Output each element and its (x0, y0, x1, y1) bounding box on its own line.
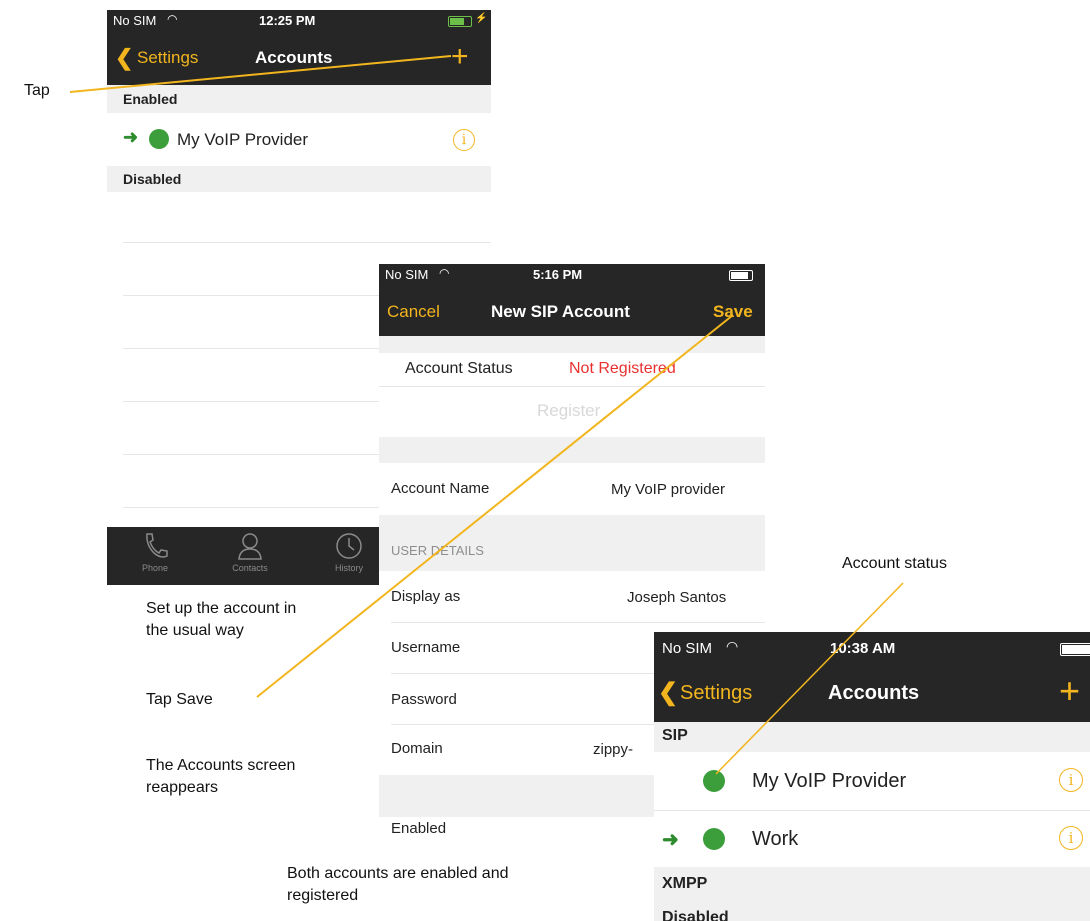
annotation-line: the usual way (146, 622, 244, 639)
callout-line-save (256, 314, 734, 698)
annotation-line: reappears (146, 779, 219, 796)
callout-line-status (715, 582, 904, 775)
annotation-both-registered: Both accounts are enabled and registered (287, 863, 509, 907)
annotation-setup: Set up the account in the usual way (146, 598, 296, 642)
annotation-line: Set up the account in (146, 600, 297, 617)
annotation-tap: Tap (24, 82, 50, 99)
callout-line-tap (69, 55, 452, 93)
annotation-tap-save: Tap Save (146, 691, 213, 708)
annotation-line: registered (287, 887, 359, 904)
annotation-line: The Accounts screen (146, 757, 296, 774)
annotation-account-status: Account status (842, 555, 947, 572)
annotation-reappears: The Accounts screen reappears (146, 755, 295, 799)
annotation-line: Both accounts are enabled and (287, 865, 509, 882)
